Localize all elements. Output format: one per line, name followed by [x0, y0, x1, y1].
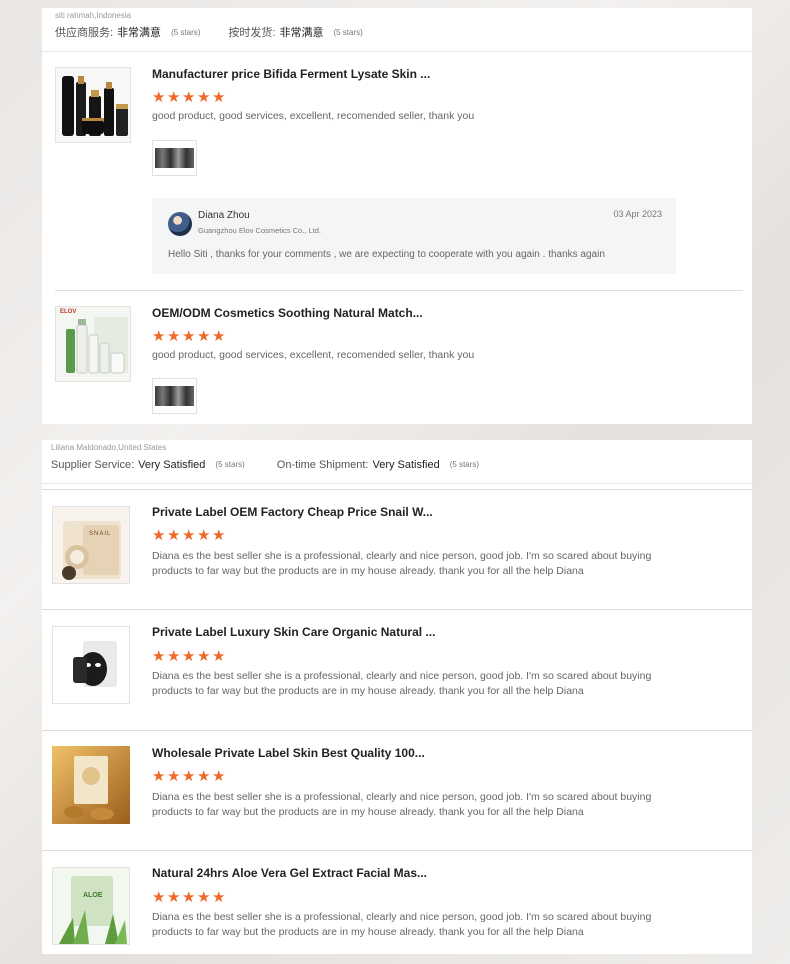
supplier-service-stars: (5 stars) — [171, 28, 201, 37]
product-thumbnail[interactable] — [55, 67, 131, 143]
star-icon: ★ — [167, 88, 181, 106]
star-icon: ★ — [197, 647, 211, 665]
product-title[interactable]: Private Label Luxury Skin Care Organic N… — [152, 625, 435, 639]
reviewer-name: siti rahmah,Indonesia — [55, 11, 132, 20]
product-title[interactable]: Wholesale Private Label Skin Best Qualit… — [152, 746, 425, 760]
star-icon: ★ — [212, 888, 226, 906]
star-rating: ★ ★ ★ ★ ★ — [152, 526, 226, 544]
supplier-service-stars: (5 stars) — [215, 460, 245, 469]
star-icon: ★ — [212, 767, 226, 785]
star-icon: ★ — [167, 767, 181, 785]
review-comment: Diana es the best seller she is a profes… — [152, 791, 652, 818]
star-icon: ★ — [152, 888, 166, 906]
review-header: Liliana Maldonado,United States Supplier… — [42, 440, 752, 484]
reply-company: Guangzhou Elov Cosmetics Co., Ltd. — [198, 226, 321, 235]
seller-reply: Diana Zhou Guangzhou Elov Cosmetics Co.,… — [152, 198, 676, 274]
reply-author: Diana Zhou — [198, 210, 250, 221]
star-icon: ★ — [182, 526, 196, 544]
product-title[interactable]: OEM/ODM Cosmetics Soothing Natural Match… — [152, 306, 423, 320]
product-thumbnail[interactable] — [52, 746, 130, 824]
star-icon: ★ — [167, 526, 181, 544]
product-title[interactable]: Private Label OEM Factory Cheap Price Sn… — [152, 505, 433, 519]
divider — [42, 489, 752, 490]
star-icon: ★ — [152, 88, 166, 106]
star-icon: ★ — [152, 647, 166, 665]
shipment-label: On-time Shipment: — [276, 459, 369, 471]
review-photo[interactable] — [152, 378, 197, 414]
review-comment: Diana es the best seller she is a profes… — [152, 550, 652, 577]
supplier-service-label: Supplier Service: — [51, 459, 135, 471]
supplier-service-label: 供应商服务: — [55, 27, 114, 39]
divider — [42, 730, 752, 731]
star-icon: ★ — [182, 88, 196, 106]
reply-date: 03 Apr 2023 — [613, 209, 662, 219]
product-thumbnail[interactable]: ALOE — [52, 867, 130, 945]
black-sheet-mask-icon — [53, 627, 129, 703]
thumb-brand: ELOV — [60, 309, 77, 315]
star-icon: ★ — [212, 88, 226, 106]
review-comment: good product, good services, excellent, … — [152, 110, 475, 122]
star-rating: ★ ★ ★ ★ ★ — [152, 88, 226, 106]
review-photo-image — [155, 148, 194, 168]
star-icon: ★ — [197, 526, 211, 544]
reply-text: Hello Siti , thanks for your comments , … — [168, 249, 605, 260]
star-rating: ★ ★ ★ ★ ★ — [152, 327, 226, 345]
star-icon: ★ — [182, 767, 196, 785]
divider — [55, 290, 743, 291]
reviewer-name: Liliana Maldonado,United States — [51, 443, 167, 452]
thumb-text: SNAIL — [89, 531, 112, 537]
star-icon: ★ — [197, 88, 211, 106]
star-icon: ★ — [197, 327, 211, 345]
review-card-1: siti rahmah,Indonesia 供应商服务: 非常满意 (5 sta… — [42, 8, 752, 424]
star-icon: ★ — [152, 767, 166, 785]
star-icon: ★ — [167, 327, 181, 345]
shipment-stars: (5 stars) — [449, 460, 480, 469]
star-icon: ★ — [167, 647, 181, 665]
supplier-service-value: 非常满意 — [117, 27, 162, 39]
star-icon: ★ — [212, 526, 226, 544]
star-icon: ★ — [152, 526, 166, 544]
review-comment: Diana es the best seller she is a profes… — [152, 911, 652, 938]
star-icon: ★ — [197, 767, 211, 785]
review-comment: good product, good services, excellent, … — [152, 349, 475, 361]
star-icon: ★ — [167, 888, 181, 906]
aloe-vera-mask-icon — [53, 868, 129, 944]
rating-summary: 供应商服务: 非常满意 (5 stars) 按时发货: 非常满意 (5 star… — [55, 25, 752, 41]
product-thumbnail[interactable]: ELOV — [55, 306, 131, 382]
avatar — [168, 212, 192, 236]
snail-mask-icon — [53, 507, 129, 583]
review-comment: Diana es the best seller she is a profes… — [152, 670, 652, 697]
star-rating: ★ ★ ★ ★ ★ — [152, 767, 226, 785]
review-photo[interactable] — [152, 140, 197, 176]
shipment-label: 按时发货: — [228, 27, 276, 39]
star-icon: ★ — [197, 888, 211, 906]
product-title[interactable]: Natural 24hrs Aloe Vera Gel Extract Faci… — [152, 866, 427, 880]
review-photo-image — [155, 386, 194, 406]
shipment-value: Very Satisfied — [372, 459, 440, 471]
product-thumbnail[interactable]: SNAIL — [52, 506, 130, 584]
rating-summary: Supplier Service: Very Satisfied (5 star… — [51, 457, 752, 473]
star-icon: ★ — [182, 327, 196, 345]
shipment-value: 非常满意 — [279, 27, 324, 39]
star-icon: ★ — [212, 327, 226, 345]
review-header: siti rahmah,Indonesia 供应商服务: 非常满意 (5 sta… — [42, 8, 752, 52]
star-icon: ★ — [152, 327, 166, 345]
product-thumbnail[interactable] — [52, 626, 130, 704]
star-icon: ★ — [212, 647, 226, 665]
review-card-2: Liliana Maldonado,United States Supplier… — [42, 440, 752, 954]
gold-mask-icon — [52, 746, 130, 824]
divider — [42, 850, 752, 851]
star-icon: ★ — [182, 647, 196, 665]
star-rating: ★ ★ ★ ★ ★ — [152, 888, 226, 906]
star-rating: ★ ★ ★ ★ ★ — [152, 647, 226, 665]
supplier-service-value: Very Satisfied — [138, 459, 206, 471]
black-gold-skincare-set-icon — [56, 68, 130, 142]
star-icon: ★ — [182, 888, 196, 906]
product-title[interactable]: Manufacturer price Bifida Ferment Lysate… — [152, 67, 430, 81]
shipment-stars: (5 stars) — [333, 28, 363, 37]
divider — [42, 609, 752, 610]
thumb-text: ALOE — [83, 892, 103, 899]
green-white-skincare-set-icon — [56, 307, 130, 381]
